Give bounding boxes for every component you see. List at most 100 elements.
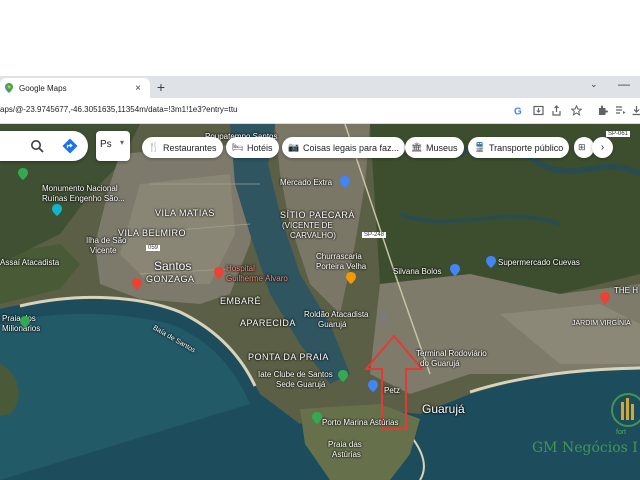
map-label-mercado-extra[interactable]: Mercado Extra bbox=[280, 178, 332, 187]
map-label-embare: EMBARÉ bbox=[220, 296, 262, 306]
watermark-logo-icon: fort bbox=[611, 393, 640, 436]
chip-label: Hotéis bbox=[247, 142, 273, 153]
map-label-praia-milionarios-1[interactable]: Praia dos bbox=[2, 314, 36, 323]
hospital-pin-icon[interactable] bbox=[214, 267, 224, 279]
new-tab-button[interactable]: + bbox=[154, 79, 168, 95]
map-label-assai[interactable]: Assaí Atacadista bbox=[0, 258, 59, 267]
shopping-pin-icon-2[interactable] bbox=[450, 264, 460, 276]
park-pin-icon[interactable] bbox=[20, 316, 30, 328]
map-label-praia-asturias-2[interactable]: Astúrias bbox=[332, 450, 361, 459]
park-pin-icon-3[interactable] bbox=[312, 412, 322, 424]
restaurant-pin-icon[interactable] bbox=[346, 272, 356, 284]
restaurant-icon: 🍴 bbox=[148, 142, 160, 152]
url-field[interactable]: aps/@-23.9745677,-46.3051635,11354m/data… bbox=[0, 105, 237, 114]
map-label-santos: Santos bbox=[154, 259, 192, 273]
tab-search-button[interactable]: ⌄ bbox=[590, 79, 598, 90]
address-bar: aps/@-23.9745677,-46.3051635,11354m/data… bbox=[0, 98, 640, 124]
google-maps-icon bbox=[4, 83, 14, 93]
map-label-ponta-praia: PONTA DA PRAIA bbox=[248, 352, 329, 362]
directions-icon[interactable] bbox=[62, 138, 78, 154]
place-pin-icon[interactable] bbox=[378, 312, 388, 324]
playlist-icon[interactable] bbox=[614, 104, 627, 117]
chip-label: Transporte público bbox=[489, 142, 564, 153]
map-label-ilha-2: Vicente bbox=[90, 246, 117, 255]
map-label-guaruja: Guarujá bbox=[422, 402, 465, 416]
map-label-hospital-2[interactable]: Guilherme Álvaro bbox=[226, 274, 288, 283]
map-label-ilha-1: Ilha de São bbox=[86, 236, 127, 245]
search-icon[interactable] bbox=[30, 139, 44, 153]
map-label-silvana[interactable]: Silvana Bolos bbox=[393, 267, 441, 276]
watermark-text: GM Negócios I bbox=[532, 440, 638, 456]
install-app-icon[interactable] bbox=[532, 104, 545, 117]
pharmacy-icon: ⊞ bbox=[578, 142, 586, 152]
svg-text:G: G bbox=[514, 107, 522, 117]
map-label-sitio-paecara-3: CARVALHO) bbox=[290, 231, 336, 240]
map-label-praia-asturias-1[interactable]: Praia das bbox=[328, 440, 362, 449]
map-label-sitio-paecara-1: SÍTIO PAECARÁ bbox=[280, 210, 355, 220]
camera-icon: 📷 bbox=[288, 142, 300, 152]
map-label-iate-1[interactable]: Iate Clube de Santos bbox=[258, 370, 333, 379]
chip-hotels[interactable]: 🛏 Hotéis bbox=[226, 137, 279, 158]
chip-label: Museus bbox=[426, 142, 458, 153]
map-label-churrascaria-1[interactable]: Churrascaria bbox=[316, 252, 362, 261]
map-label-iate-2[interactable]: Sede Guarujá bbox=[276, 380, 325, 389]
chip-museums[interactable]: 🏛 Museus bbox=[405, 137, 464, 158]
map-label-hospital-1[interactable]: Hospital bbox=[226, 264, 255, 273]
chips-next-button[interactable]: › bbox=[592, 137, 613, 158]
museum-icon: 🏛 bbox=[411, 142, 423, 152]
map-label-vila-belmiro: VILA BELMIRO bbox=[118, 228, 187, 238]
map-label-ponta-marina[interactable]: Porto Marina Astúrias bbox=[322, 418, 398, 427]
map-label-the-ho[interactable]: THE H bbox=[614, 286, 638, 295]
map-label-vila-matias: VILA MATIAS bbox=[155, 208, 215, 218]
landmark-pin-icon[interactable] bbox=[52, 204, 62, 216]
map-label-monumento-2[interactable]: Ruínas Engenho São... bbox=[42, 194, 125, 203]
transit-icon: 🚆 bbox=[474, 142, 486, 152]
map-label-monumento-1[interactable]: Monumento Nacional bbox=[42, 184, 118, 193]
map-label-aparecida: APARECIDA bbox=[240, 318, 296, 328]
map-label-roldao-1[interactable]: Roldão Atacadista bbox=[304, 310, 369, 319]
extensions-icon[interactable] bbox=[596, 104, 609, 117]
satellite-map[interactable]: Poupatempo Santos Mercado Extra Monument… bbox=[0, 124, 640, 480]
map-label-supermercado[interactable]: Supermercado Cuevas bbox=[498, 258, 580, 267]
map-label-sitio-paecara-2: (VICENTE DE bbox=[282, 221, 333, 230]
map-label-terminal-2[interactable]: do Guarujá bbox=[420, 359, 460, 368]
logo-text: fort bbox=[616, 429, 626, 436]
tab-title: Google Maps bbox=[19, 83, 67, 93]
chip-pharmacy[interactable]: ⊞ bbox=[574, 137, 594, 158]
park-pin-icon-2[interactable] bbox=[18, 168, 28, 180]
chip-restaurants[interactable]: 🍴 Restaurantes bbox=[142, 137, 223, 158]
bookmark-star-icon[interactable] bbox=[570, 104, 583, 117]
tab-close-icon[interactable]: × bbox=[132, 83, 144, 94]
tab-bar: Google Maps × + ⌄ — bbox=[0, 76, 640, 98]
layer-selector-label: Ps bbox=[100, 139, 112, 150]
map-label-petz[interactable]: Petz bbox=[384, 386, 400, 395]
chip-public-transport[interactable]: 🚆 Transporte público bbox=[468, 137, 570, 158]
shopping-pin-icon-4[interactable] bbox=[368, 380, 378, 392]
map-label-roldao-2[interactable]: Guarujá bbox=[318, 320, 346, 329]
google-lens-icon[interactable]: G bbox=[512, 104, 525, 117]
boat-pin-icon[interactable] bbox=[338, 370, 348, 382]
map-label-terminal-1[interactable]: Terminal Rodoviário bbox=[416, 349, 487, 358]
map-label-gonzaga: GONZAGA bbox=[146, 274, 195, 284]
shopping-pin-icon[interactable] bbox=[340, 176, 350, 188]
maps-search-box[interactable] bbox=[0, 131, 88, 161]
map-label-jardim-virginia: JARDIM VIRGÍNIA bbox=[572, 320, 631, 327]
share-icon[interactable] bbox=[550, 104, 563, 117]
road-sign-sp-248: SP-248 bbox=[362, 232, 387, 238]
chip-label: Restaurantes bbox=[163, 142, 217, 153]
map-label-churrascaria-2[interactable]: Porteira Velha bbox=[316, 262, 366, 271]
shopping-pin-icon-3[interactable] bbox=[486, 256, 496, 268]
chip-label: Coisas legais para faz... bbox=[303, 142, 400, 153]
hospital-pin-icon-3[interactable] bbox=[600, 292, 610, 304]
layer-selector[interactable]: Ps bbox=[96, 131, 130, 161]
tab-google-maps[interactable]: Google Maps × bbox=[0, 78, 150, 98]
download-icon[interactable] bbox=[630, 104, 640, 117]
hospital-pin-icon-2[interactable] bbox=[132, 278, 142, 290]
road-sign-059: 059 bbox=[146, 245, 161, 251]
desktop-blank-area bbox=[0, 0, 640, 76]
road-sign-sp-061: SP-061 bbox=[606, 131, 631, 137]
chevron-down-icon[interactable]: ▾ bbox=[120, 138, 124, 147]
chip-things-to-do[interactable]: 📷 Coisas legais para faz... bbox=[282, 137, 406, 158]
hotel-icon: 🛏 bbox=[232, 142, 244, 152]
minimize-button[interactable]: — bbox=[618, 77, 630, 91]
